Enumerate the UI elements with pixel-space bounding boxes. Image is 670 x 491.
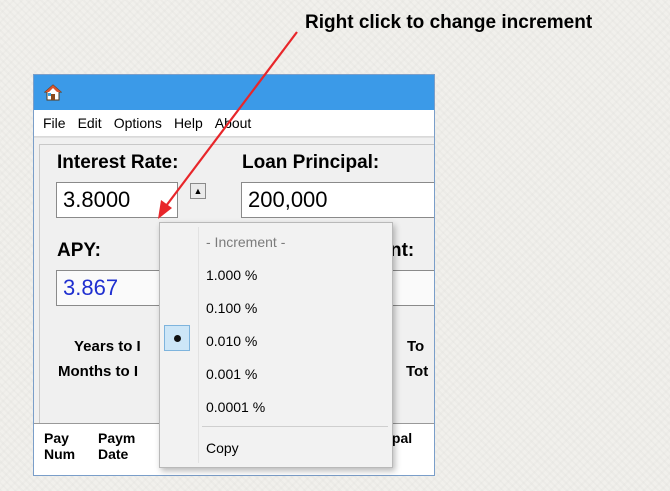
col-pay-num[interactable]: Pay Num [44,430,75,462]
menu-separator [202,426,388,427]
house-app-icon [44,84,62,101]
selected-radio-indicator [164,325,190,351]
radio-bullet-icon [173,334,181,342]
menu-about[interactable]: About [215,115,252,131]
col-pay-num-line2: Num [44,446,76,462]
menu-options[interactable]: Options [114,115,162,131]
annotation-text: Right click to change increment [305,12,593,33]
total-label-1: To [407,338,425,355]
copy-menu-item[interactable]: Copy [206,440,239,456]
col-pay-num-line1: Pay [44,430,69,446]
increment-option-0-1[interactable]: 0.100 % [206,300,257,316]
menu-file[interactable]: File [43,115,66,131]
menu-help[interactable]: Help [174,115,203,131]
increment-option-0-01[interactable]: 0.010 % [206,333,257,349]
loan-principal-label: Loan Principal: [242,152,380,173]
increment-option-0-001[interactable]: 0.001 % [206,366,257,382]
increment-context-menu: - Increment - 1.000 % 0.100 % 0.010 % 0.… [159,222,393,468]
menu-edit[interactable]: Edit [78,115,102,131]
total-label-2: Tot [406,363,429,380]
menu-header: - Increment - [206,234,286,250]
interest-rate-input[interactable]: 3.8000 [56,182,178,218]
col-payment-date-line1: Paym [98,430,136,446]
payment-label: nt: [390,240,415,261]
years-to-label: Years to I [74,338,141,355]
increment-option-0-0001[interactable]: 0.0001 % [206,399,265,415]
rate-spin-up-button[interactable]: ▲ [190,183,206,199]
menu-bar: File Edit Options Help About [34,110,434,137]
menu-icon-gutter [198,227,199,463]
col-payment-date[interactable]: Paym Date [98,430,135,462]
title-bar[interactable] [34,75,434,110]
interest-rate-label: Interest Rate: [57,152,179,173]
months-to-label: Months to I [58,363,138,380]
increment-option-1[interactable]: 1.000 % [206,267,257,283]
col-payment-date-line2: Date [98,446,129,462]
apy-label: APY: [57,240,101,261]
loan-principal-input[interactable]: 200,000 [241,182,434,218]
